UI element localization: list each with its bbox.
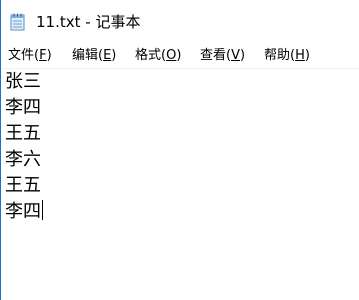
- menu-file-mnemonic: F: [39, 48, 47, 63]
- menu-help-mnemonic: H: [295, 48, 305, 63]
- menu-file[interactable]: 文件(F): [8, 48, 52, 64]
- text-line-last-content: 李四: [5, 201, 41, 222]
- text-line: 王五: [5, 175, 41, 196]
- menu-view-mnemonic: V: [231, 48, 240, 63]
- text-line: 王五: [5, 123, 41, 144]
- menu-help[interactable]: 帮助(H): [264, 48, 310, 64]
- menu-view-label: 查看(: [200, 48, 232, 63]
- menu-format-mnemonic: O: [166, 48, 177, 63]
- menu-format-suffix: ): [176, 48, 182, 63]
- text-editor[interactable]: 张三 李四 王五 李六 王五 李四: [2, 69, 359, 300]
- menu-edit[interactable]: 编辑(E): [72, 48, 116, 64]
- text-line: 李四: [5, 97, 41, 118]
- menu-format-label: 格式(: [135, 48, 167, 63]
- notepad-icon: [10, 13, 26, 31]
- menu-help-label: 帮助(: [264, 48, 296, 63]
- text-line: 李六: [5, 149, 41, 170]
- menu-format[interactable]: 格式(O): [135, 48, 181, 64]
- menu-edit-suffix: ): [111, 48, 117, 63]
- title-bar[interactable]: 11.txt - 记事本: [2, 0, 359, 44]
- menu-view-suffix: ): [239, 48, 246, 63]
- text-caret: [42, 200, 43, 220]
- menu-bar: 文件(F) 编辑(E) 格式(O) 查看(V) 帮助(H): [2, 44, 359, 69]
- menu-edit-label: 编辑(: [72, 48, 104, 63]
- menu-help-suffix: ): [304, 48, 310, 63]
- window-title: 11.txt - 记事本: [36, 13, 141, 31]
- text-line-last: 李四: [5, 199, 43, 225]
- menu-view[interactable]: 查看(V): [200, 48, 245, 64]
- notepad-window: 11.txt - 记事本 文件(F) 编辑(E) 格式(O) 查看(V) 帮助(…: [0, 0, 359, 300]
- menu-file-label: 文件(: [8, 48, 40, 63]
- text-line: 张三: [5, 71, 41, 92]
- menu-file-suffix: ): [46, 48, 52, 63]
